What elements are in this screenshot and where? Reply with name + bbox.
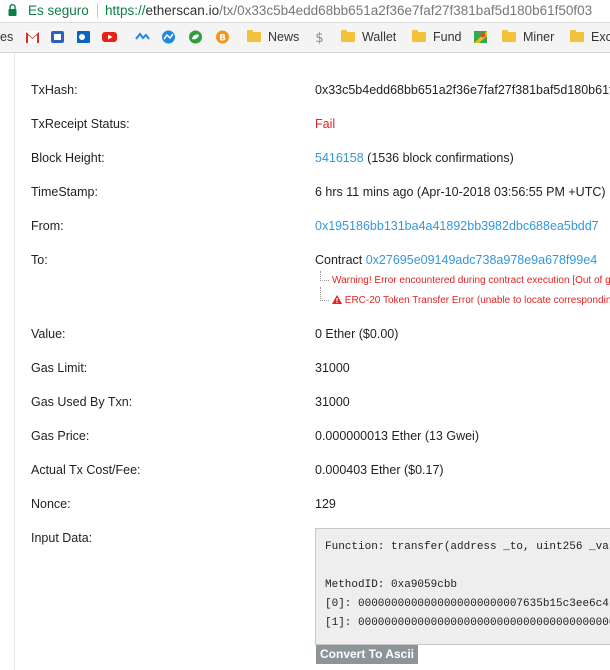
outlook-icon[interactable]	[76, 30, 91, 44]
address-bar[interactable]: Es seguro https://etherscan.io/tx/0x33c5…	[0, 0, 610, 23]
bookmark-label: Fund	[433, 30, 462, 44]
nonce-label: Nonce:	[31, 497, 71, 511]
input-data-box[interactable]: Function: transfer(address _to, uint256 …	[315, 528, 610, 645]
folder-icon	[247, 30, 261, 42]
bookmark-excl[interactable]: Excl	[570, 28, 610, 46]
bookmark-fund[interactable]: Fund	[412, 28, 462, 46]
contract-prefix: Contract	[315, 253, 363, 267]
bookmark-partial[interactable]: es	[0, 28, 13, 46]
status-label: TxReceipt Status:	[31, 117, 130, 131]
youtube-icon[interactable]	[102, 30, 117, 44]
value-amount: 0 Ether ($0.00)	[315, 327, 399, 341]
folder-icon	[412, 30, 426, 42]
chart-icon[interactable]	[161, 30, 176, 44]
block-link[interactable]: 5416158	[315, 151, 364, 165]
secure-label: Es seguro	[28, 3, 89, 18]
svg-text:$: $	[315, 31, 323, 44]
lock-icon	[8, 4, 17, 16]
url-text[interactable]: https://etherscan.io/tx/0x33c5b4edd68bb6…	[105, 3, 592, 18]
bookmarks-bar: es B News $ Wallet Fund Miner Excl	[0, 23, 610, 53]
nonce-value: 129	[315, 497, 336, 511]
bookmark-wallet[interactable]: Wallet	[341, 28, 396, 46]
address-separator	[97, 3, 98, 18]
block-confirmations: (1536 block confirmations)	[367, 151, 514, 165]
bitcoin-icon[interactable]: B	[215, 30, 230, 44]
wave-icon[interactable]	[135, 30, 150, 44]
timestamp-label: TimeStamp:	[31, 185, 98, 199]
gas-limit-value: 31000	[315, 361, 350, 375]
warning-icon	[332, 295, 342, 304]
gas-used-value: 31000	[315, 395, 350, 409]
leaf-icon[interactable]	[188, 30, 203, 44]
bookmark-label: News	[268, 30, 300, 44]
gmail-icon[interactable]	[25, 30, 40, 44]
tree-connector	[320, 287, 329, 301]
block-height-label: Block Height:	[31, 151, 105, 165]
timestamp-value: 6 hrs 11 mins ago (Apr-10-2018 03:56:55 …	[315, 185, 606, 199]
transaction-details: TxHash: 0x33c5b4edd68bb651a2f36e7faf27f3…	[0, 53, 610, 670]
bookmark-label: Miner	[523, 30, 555, 44]
input-method-id: MethodID: 0xa9059cbb	[325, 579, 458, 591]
erc20-error-text: ERC-20 Token Transfer Error (unable to l…	[344, 295, 610, 306]
calendar-icon[interactable]	[50, 30, 65, 44]
bookmark-news[interactable]: News	[247, 28, 299, 46]
maps-icon[interactable]	[473, 30, 488, 44]
from-label: From:	[31, 219, 64, 233]
to-label: To:	[31, 253, 48, 267]
divider	[14, 53, 15, 670]
erc20-error-row: ERC-20 Token Transfer Error (unable to l…	[332, 294, 610, 308]
folder-icon	[502, 30, 516, 42]
gas-limit-label: Gas Limit:	[31, 361, 88, 375]
gas-used-label: Gas Used By Txn:	[31, 395, 133, 409]
tx-cost-label: Actual Tx Cost/Fee:	[31, 463, 141, 477]
convert-to-ascii-button[interactable]: Convert To Ascii	[316, 645, 419, 664]
txhash-label: TxHash:	[31, 83, 78, 97]
from-address-link[interactable]: 0x195186bb131ba4a41892bb3982dbc688ea5bdd…	[315, 216, 599, 236]
input-data-label: Input Data:	[31, 531, 93, 545]
bookmark-label: Excl	[591, 30, 610, 44]
to-contract-link[interactable]: 0x27695e09149adc738a978e9a678f99e4	[366, 253, 597, 267]
block-height-value: 5416158 (1536 block confirmations)	[315, 148, 514, 168]
dollar-icon[interactable]: $	[312, 30, 327, 44]
input-param-0: [0]: 0000000000000000000000007635b15c3ee…	[325, 598, 609, 610]
status-badge: Fail	[315, 117, 336, 131]
to-value: Contract 0x27695e09149adc738a978e9a678f9…	[315, 250, 597, 270]
url-host: etherscan.io	[145, 3, 220, 18]
value-label: Value:	[31, 327, 66, 341]
folder-icon	[570, 30, 584, 42]
svg-text:B: B	[219, 34, 226, 44]
gas-price-label: Gas Price:	[31, 429, 90, 443]
txhash-value: 0x33c5b4edd68bb651a2f36e7faf27f381baf5d1…	[315, 83, 610, 97]
url-path: /tx/0x33c5b4edd68bb651a2f36e7faf27f381ba…	[219, 3, 593, 18]
bookmark-miner[interactable]: Miner	[502, 28, 554, 46]
tx-cost-value: 0.000403 Ether ($0.17)	[315, 463, 444, 477]
folder-icon	[341, 30, 355, 42]
url-scheme: https://	[105, 3, 146, 18]
input-param-1: [1]: 00000000000000000000000000000000000…	[325, 617, 610, 629]
gas-price-value: 0.000000013 Ether (13 Gwei)	[315, 429, 479, 443]
tree-connector	[320, 271, 329, 281]
input-function: Function: transfer(address _to, uint256 …	[325, 541, 610, 553]
bookmark-label: Wallet	[362, 30, 397, 44]
contract-warning: Warning! Error encountered during contra…	[332, 275, 610, 286]
